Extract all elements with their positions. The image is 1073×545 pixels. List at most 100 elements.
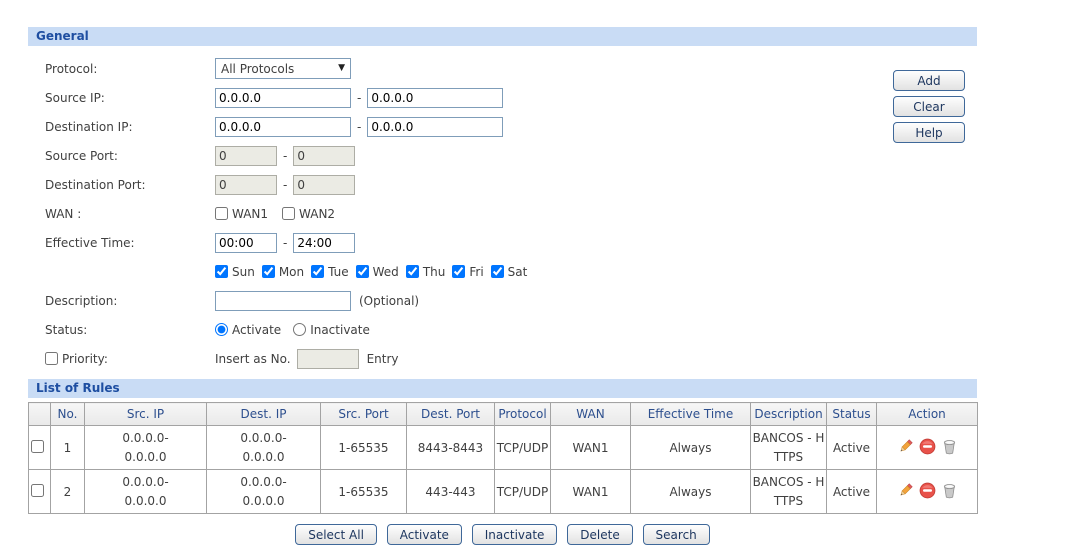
description-hint: (Optional) xyxy=(359,293,420,308)
range-dash: - xyxy=(357,119,362,134)
source-port-label: Source Port: xyxy=(45,148,118,163)
rule-row-1: 1 0.0.0.0- 0.0.0.0 0.0.0.0- 0.0.0.0 1-65… xyxy=(28,425,978,470)
column-header-description: Description xyxy=(750,402,827,426)
rule-row-2: 2 0.0.0.0- 0.0.0.0 0.0.0.0- 0.0.0.0 1-65… xyxy=(28,469,978,514)
rule-no: 1 xyxy=(50,425,85,470)
column-header-protocol: Protocol xyxy=(494,402,551,426)
search-button[interactable]: Search xyxy=(642,524,710,545)
rule-select-checkbox[interactable] xyxy=(31,483,44,497)
wan2-checkbox[interactable] xyxy=(282,207,296,220)
access-rules-page: General Add Clear Help Protocol: All Pro… xyxy=(28,27,978,545)
inactivate-button[interactable]: Inactivate xyxy=(471,524,558,545)
day-sun-option[interactable]: Sun xyxy=(215,265,255,279)
clear-button[interactable]: Clear xyxy=(893,96,965,117)
day-sat-option[interactable]: Sat xyxy=(490,265,527,279)
rule-src-ip: 0.0.0.0- 0.0.0.0 xyxy=(84,425,207,470)
rule-protocol: TCP/UDP xyxy=(494,425,551,470)
status-inactivate-option[interactable]: Inactivate xyxy=(293,323,370,337)
delete-icon[interactable] xyxy=(941,438,958,458)
rule-status: Active xyxy=(826,469,877,514)
rules-table: No. Src. IP Dest. IP Src. Port Dest. Por… xyxy=(28,402,978,514)
day-fri-option[interactable]: Fri xyxy=(452,265,484,279)
status-activate-option[interactable]: Activate xyxy=(215,323,281,337)
wan1-option[interactable]: WAN1 xyxy=(215,207,268,221)
description-input[interactable] xyxy=(215,290,351,311)
activate-button[interactable]: Activate xyxy=(386,524,462,545)
destination-ip-row: Destination IP: - xyxy=(28,112,977,141)
column-header-dest-ip: Dest. IP xyxy=(206,402,321,426)
general-form: Add Clear Help Protocol: All Protocols ▼… xyxy=(28,46,977,379)
rule-no: 2 xyxy=(50,469,85,514)
rules-section-header: List of Rules xyxy=(28,379,977,398)
rule-dest-port: 8443-8443 xyxy=(406,425,495,470)
footer-buttons: Select All Activate Inactivate Delete Se… xyxy=(28,524,977,545)
source-port-row: Source Port: - xyxy=(28,141,977,170)
protocol-select[interactable]: All Protocols ▼ xyxy=(215,58,351,79)
day-sat-checkbox[interactable] xyxy=(490,265,504,278)
range-dash: - xyxy=(283,148,288,163)
destination-ip-to-input[interactable] xyxy=(367,116,504,137)
rule-select-checkbox[interactable] xyxy=(31,439,44,453)
priority-entry-input xyxy=(296,348,359,369)
source-ip-from-input[interactable] xyxy=(215,87,351,108)
day-thu-checkbox[interactable] xyxy=(405,265,419,278)
effective-days-row: Sun Mon Tue Wed Thu Fri Sat xyxy=(28,257,977,286)
day-thu-option[interactable]: Thu xyxy=(405,265,445,279)
source-ip-to-input[interactable] xyxy=(367,87,504,108)
column-header-wan: WAN xyxy=(550,402,631,426)
delete-button[interactable]: Delete xyxy=(567,524,633,545)
status-inactivate-radio[interactable] xyxy=(293,323,307,336)
day-mon-checkbox[interactable] xyxy=(261,265,275,278)
help-button[interactable]: Help xyxy=(893,122,965,143)
status-activate-radio[interactable] xyxy=(215,323,228,336)
range-dash: - xyxy=(283,177,288,192)
day-mon-option[interactable]: Mon xyxy=(261,265,304,279)
chevron-down-icon: ▼ xyxy=(338,63,345,73)
side-buttons: Add Clear Help xyxy=(893,70,965,143)
destination-port-label: Destination Port: xyxy=(45,177,146,192)
add-button[interactable]: Add xyxy=(893,70,965,91)
destination-port-from-input xyxy=(215,174,277,195)
day-sun-checkbox[interactable] xyxy=(215,265,228,278)
select-column-header xyxy=(28,402,51,426)
block-icon[interactable] xyxy=(919,482,936,502)
day-wed-option[interactable]: Wed xyxy=(355,265,399,279)
column-header-dest-port: Dest. Port xyxy=(406,402,495,426)
effective-time-from-input[interactable] xyxy=(215,232,277,253)
day-fri-checkbox[interactable] xyxy=(452,265,466,278)
column-header-effective-time: Effective Time xyxy=(630,402,751,426)
range-dash: - xyxy=(357,90,362,105)
wan-row: WAN : WAN1 WAN2 xyxy=(28,199,977,228)
rule-src-ip: 0.0.0.0- 0.0.0.0 xyxy=(84,469,207,514)
source-ip-row: Source IP: - xyxy=(28,83,977,112)
priority-checkbox[interactable] xyxy=(45,352,58,365)
source-ip-label: Source IP: xyxy=(45,90,105,105)
destination-port-to-input xyxy=(293,174,356,195)
effective-time-row: Effective Time: - xyxy=(28,228,977,257)
day-wed-checkbox[interactable] xyxy=(355,265,369,278)
column-header-action: Action xyxy=(876,402,978,426)
edit-icon[interactable] xyxy=(897,482,914,502)
protocol-row: Protocol: All Protocols ▼ xyxy=(28,54,977,83)
destination-ip-label: Destination IP: xyxy=(45,119,133,134)
rule-status: Active xyxy=(826,425,877,470)
rule-dest-ip: 0.0.0.0- 0.0.0.0 xyxy=(206,425,321,470)
effective-time-to-input[interactable] xyxy=(293,232,356,253)
column-header-src-ip: Src. IP xyxy=(84,402,207,426)
destination-ip-from-input[interactable] xyxy=(215,116,351,137)
block-icon[interactable] xyxy=(919,438,936,458)
edit-icon[interactable] xyxy=(897,438,914,458)
delete-icon[interactable] xyxy=(941,482,958,502)
protocol-label: Protocol: xyxy=(45,61,98,76)
wan1-checkbox[interactable] xyxy=(215,207,228,220)
rule-src-port: 1-65535 xyxy=(320,469,407,514)
status-label: Status: xyxy=(45,322,88,337)
priority-insert-text: Insert as No. xyxy=(215,351,291,366)
wan1-option-label: WAN1 xyxy=(232,206,269,221)
select-all-button[interactable]: Select All xyxy=(295,524,377,545)
wan2-option[interactable]: WAN2 xyxy=(282,207,335,221)
day-tue-checkbox[interactable] xyxy=(311,265,325,278)
general-section-header: General xyxy=(28,27,977,46)
day-tue-option[interactable]: Tue xyxy=(311,265,349,279)
rules-header-row: No. Src. IP Dest. IP Src. Port Dest. Por… xyxy=(28,402,978,426)
